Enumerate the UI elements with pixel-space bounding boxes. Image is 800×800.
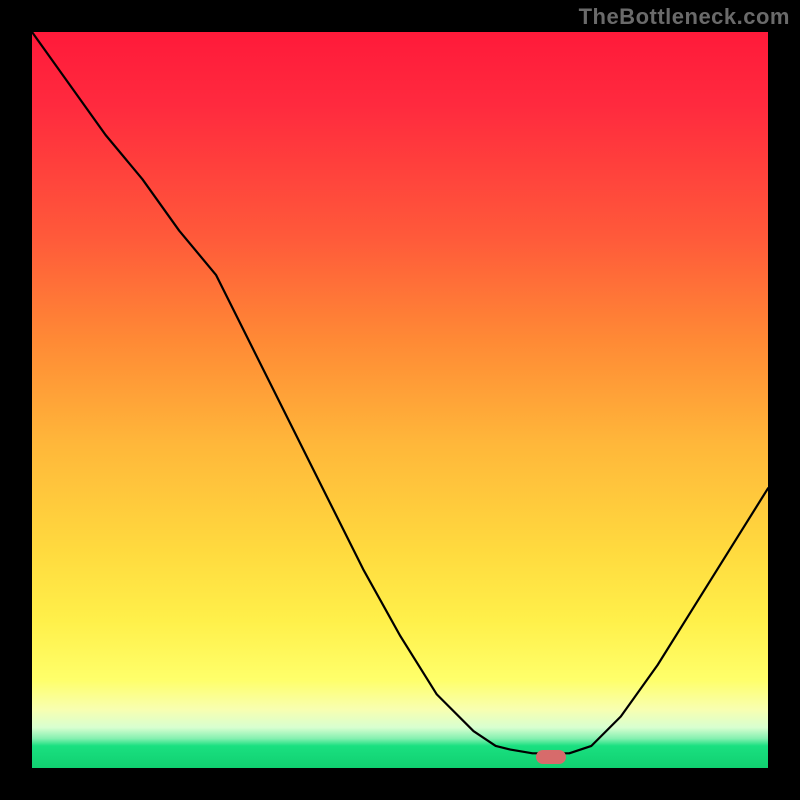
chart-outer: TheBottleneck.com <box>0 0 800 800</box>
plot-area <box>32 32 768 768</box>
bottleneck-curve <box>32 32 768 768</box>
optimal-point-marker <box>536 750 566 764</box>
watermark-text: TheBottleneck.com <box>579 4 790 30</box>
